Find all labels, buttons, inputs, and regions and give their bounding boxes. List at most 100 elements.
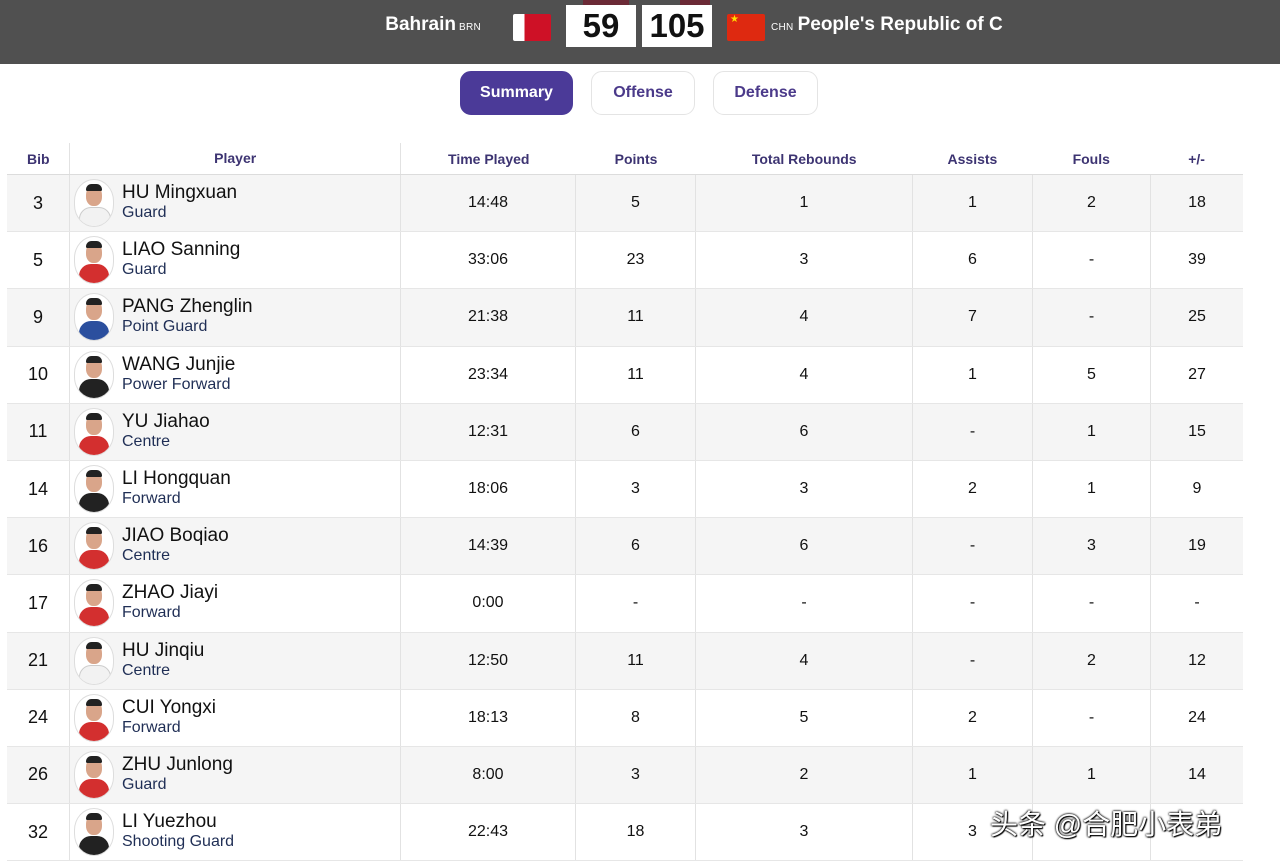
player-name[interactable]: ZHU Junlong: [122, 754, 233, 775]
player-cell[interactable]: HU Jinqiu Centre: [69, 632, 400, 689]
player-avatar: [74, 750, 114, 799]
column-header-points[interactable]: Points: [576, 151, 696, 167]
score-header: Bahrain BRN 59 105 ★ CHN People's Republ…: [0, 0, 1280, 64]
fouls: -: [1032, 289, 1150, 346]
table-row[interactable]: 10 WANG Junjie Power Forward 23:34 11 4 …: [7, 346, 1243, 404]
points: 3: [575, 460, 695, 518]
player-cell[interactable]: LIAO Sanning Guard: [69, 232, 400, 289]
player-name[interactable]: LI Hongquan: [122, 469, 231, 489]
column-header-bib[interactable]: Bib: [7, 151, 69, 167]
column-header-total-rebounds[interactable]: Total Rebounds: [696, 151, 913, 167]
assists: 2: [912, 689, 1032, 746]
player-name[interactable]: HU Jinqiu: [122, 640, 204, 661]
player-avatar: [74, 407, 114, 456]
points: 11: [575, 346, 695, 403]
table-row[interactable]: 11 YU Jiahao Centre 12:31 6 6 - 1 15: [7, 403, 1243, 461]
bib-number: 14: [27, 478, 49, 499]
player-name[interactable]: CUI Yongxi: [122, 697, 216, 718]
table-row[interactable]: 16 JIAO Boqiao Centre 14:39 6 6 - 3 19: [7, 518, 1243, 576]
fouls: -: [1032, 575, 1150, 632]
table-row[interactable]: 3 HU Mingxuan Guard 14:48 5 1 1 2 18: [7, 175, 1243, 233]
tab-offense[interactable]: Offense: [591, 71, 695, 115]
player-position: Power Forward: [122, 375, 231, 393]
player-name[interactable]: LIAO Sanning: [122, 240, 240, 260]
table-row[interactable]: 21 HU Jinqiu Centre 12:50 11 4 - 2 12: [7, 632, 1243, 690]
table-header: Bib Player Time Played Points Total Rebo…: [7, 143, 1243, 175]
player-cell[interactable]: ZHU Junlong Guard: [69, 746, 400, 804]
assists: 1: [912, 175, 1032, 232]
assists: 6: [912, 232, 1032, 289]
total-rebounds: 6: [695, 518, 912, 575]
table-row[interactable]: 24 CUI Yongxi Forward 18:13 8 5 2 - 24: [7, 689, 1243, 747]
plus-minus: 24: [1150, 689, 1243, 746]
player-position: Forward: [122, 490, 181, 508]
player-name[interactable]: WANG Junjie: [122, 354, 235, 375]
total-rebounds: 4: [695, 632, 912, 689]
bib-number: 16: [27, 535, 49, 556]
player-cell[interactable]: PANG Zhenglin Point Guard: [69, 289, 400, 346]
plus-minus: 15: [1150, 403, 1243, 460]
player-avatar: [74, 522, 114, 571]
player-name[interactable]: HU Mingxuan: [122, 183, 237, 203]
player-cell[interactable]: HU Mingxuan Guard: [69, 175, 400, 232]
points: 5: [575, 175, 695, 232]
player-cell[interactable]: JIAO Boqiao Centre: [69, 518, 400, 575]
china-flag-icon: ★: [727, 14, 765, 41]
points: 6: [575, 403, 695, 460]
tab-defense[interactable]: Defense: [713, 71, 818, 115]
column-header-player[interactable]: Player: [68, 143, 402, 174]
tab-summary[interactable]: Summary: [460, 71, 573, 115]
fouls: 2: [1032, 632, 1150, 689]
bib-number: 9: [32, 306, 43, 327]
stats-tabs: Summary Offense Defense: [460, 71, 818, 115]
time-played: 18:06: [400, 460, 575, 518]
table-row[interactable]: 17 ZHAO Jiayi Forward 0:00 - - - - -: [7, 575, 1243, 633]
player-name[interactable]: PANG Zhenglin: [122, 297, 253, 317]
player-cell[interactable]: LI Hongquan Forward: [69, 460, 400, 518]
assists: 1: [912, 746, 1032, 804]
bib-number: 11: [28, 421, 48, 442]
total-rebounds: 2: [695, 746, 912, 804]
player-cell[interactable]: LI Yuezhou Shooting Guard: [69, 804, 400, 861]
column-header-plus-minus[interactable]: +/-: [1150, 151, 1243, 167]
player-position: Centre: [122, 547, 171, 565]
player-name[interactable]: ZHAO Jiayi: [122, 583, 218, 603]
table-row[interactable]: 5 LIAO Sanning Guard 33:06 23 3 6 - 39: [7, 232, 1243, 290]
player-name[interactable]: JIAO Boqiao: [122, 526, 229, 546]
away-team-code: CHN: [771, 22, 794, 33]
points: 8: [575, 689, 695, 746]
player-position: Centre: [122, 432, 171, 450]
player-cell[interactable]: ZHAO Jiayi Forward: [69, 575, 400, 632]
player-position: Guard: [122, 261, 167, 279]
points: 11: [575, 632, 695, 689]
time-played: 21:38: [400, 289, 575, 346]
column-header-fouls[interactable]: Fouls: [1032, 151, 1150, 167]
player-cell[interactable]: YU Jiahao Centre: [69, 403, 400, 460]
column-header-time-played[interactable]: Time Played: [401, 151, 576, 167]
bib-number: 32: [27, 821, 49, 842]
total-rebounds: 5: [695, 689, 912, 746]
fouls: 1: [1032, 403, 1150, 460]
player-name[interactable]: LI Yuezhou: [122, 812, 234, 832]
fouls: 1: [1032, 460, 1150, 518]
player-cell[interactable]: CUI Yongxi Forward: [69, 689, 400, 746]
plus-minus: -: [1150, 575, 1243, 632]
assists: 7: [912, 289, 1032, 346]
total-rebounds: 3: [695, 460, 912, 518]
column-header-assists[interactable]: Assists: [913, 151, 1033, 167]
player-position: Guard: [122, 204, 167, 222]
player-avatar: [74, 179, 114, 228]
player-name[interactable]: YU Jiahao: [122, 411, 210, 432]
time-played: 14:39: [400, 518, 575, 575]
table-row[interactable]: 14 LI Hongquan Forward 18:06 3 3 2 1 9: [7, 460, 1243, 519]
player-cell[interactable]: WANG Junjie Power Forward: [69, 346, 400, 403]
plus-minus: 18: [1150, 175, 1243, 232]
table-row[interactable]: 26 ZHU Junlong Guard 8:00 3 2 1 1 14: [7, 746, 1243, 805]
player-avatar: [74, 693, 114, 742]
table-row[interactable]: 9 PANG Zhenglin Point Guard 21:38 11 4 7…: [7, 289, 1243, 347]
watermark: 头条 @合肥小表弟: [990, 809, 1223, 840]
player-position: Point Guard: [122, 318, 208, 336]
player-avatar: [74, 808, 114, 857]
away-score: 105: [642, 5, 712, 47]
player-avatar: [74, 236, 114, 285]
